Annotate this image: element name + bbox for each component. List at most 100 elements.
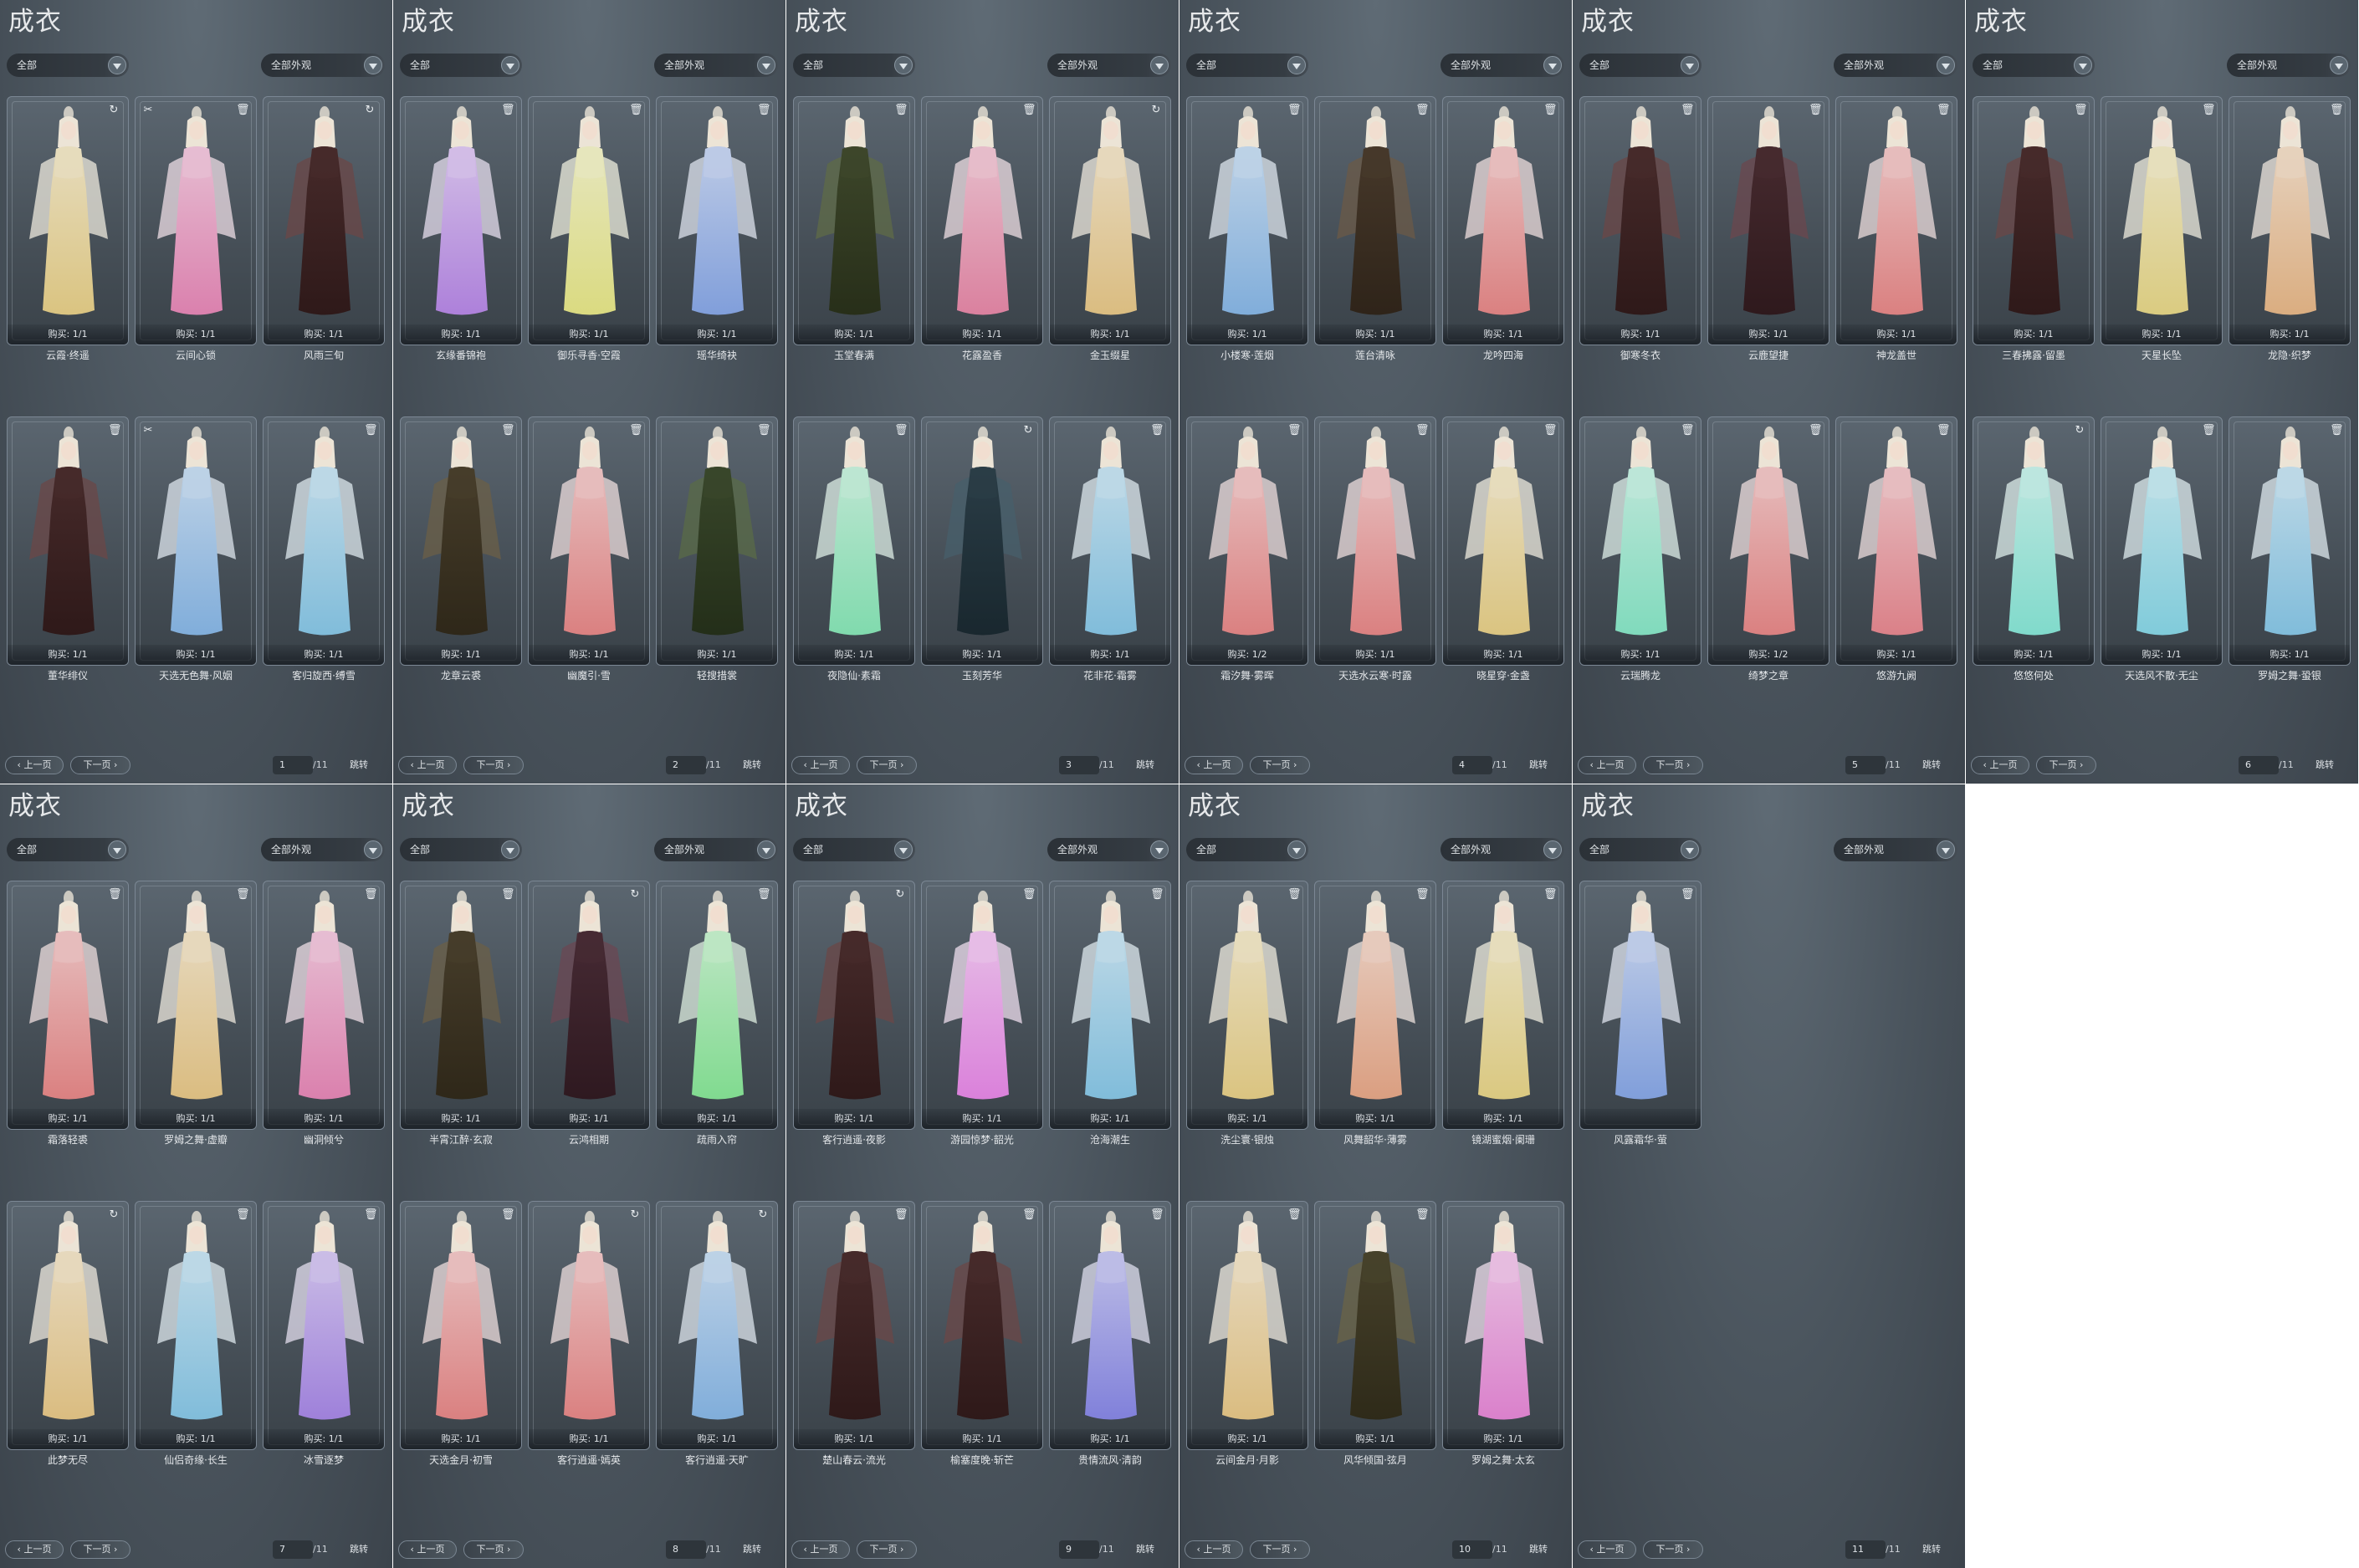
scissors-icon[interactable]: ✂ <box>142 424 154 437</box>
outfit-card[interactable]: 🗑 购买: 1/1 <box>921 881 1043 1130</box>
appearance-filter-dropdown[interactable]: 全部外观 <box>1834 54 1957 77</box>
chevron-down-icon[interactable] <box>757 840 775 859</box>
outfit-card[interactable]: 🗑 购买: 1/1 <box>921 96 1043 345</box>
trash-icon[interactable]: 🗑 <box>894 424 908 437</box>
category-filter-dropdown[interactable]: 全部 <box>400 838 522 861</box>
outfit-card[interactable]: 🗑 购买: 1/2 <box>1707 416 1829 666</box>
trash-icon[interactable]: 🗑 <box>629 104 643 117</box>
prev-page-button[interactable]: ‹ 上一页 <box>1185 1540 1243 1559</box>
trash-icon[interactable]: 🗑 <box>1681 104 1695 117</box>
outfit-card[interactable]: 🗑 购买: 1/1 <box>263 1201 385 1450</box>
appearance-filter-dropdown[interactable]: 全部外观 <box>261 838 385 861</box>
trash-icon[interactable]: 🗑 <box>1287 888 1302 901</box>
trash-icon[interactable]: 🗑 <box>1809 424 1823 437</box>
refresh-icon[interactable]: ↻ <box>108 104 120 117</box>
appearance-filter-dropdown[interactable]: 全部外观 <box>1440 54 1564 77</box>
appearance-filter-dropdown[interactable]: 全部外观 <box>654 54 778 77</box>
outfit-card[interactable]: 🗑 购买: 1/1 <box>1442 881 1564 1130</box>
trash-icon[interactable]: 🗑 <box>1809 104 1823 117</box>
trash-icon[interactable]: 🗑 <box>1681 888 1695 901</box>
refresh-icon[interactable]: ↻ <box>629 1208 641 1222</box>
jump-button[interactable]: 跳转 <box>1529 1540 1563 1559</box>
trash-icon[interactable]: 🗑 <box>236 104 250 117</box>
trash-icon[interactable]: 🗑 <box>1415 104 1430 117</box>
prev-page-button[interactable]: ‹ 上一页 <box>398 756 457 774</box>
outfit-card[interactable]: ↻ 购买: 1/1 <box>656 1201 778 1450</box>
jump-button[interactable]: 跳转 <box>350 756 383 774</box>
chevron-down-icon[interactable] <box>1287 56 1306 74</box>
page-number-input[interactable]: 6 <box>2239 756 2279 774</box>
chevron-down-icon[interactable] <box>894 840 913 859</box>
page-number-input[interactable]: 4 <box>1452 756 1492 774</box>
outfit-card[interactable]: 🗑 购买: 1/1 <box>135 1201 257 1450</box>
outfit-card[interactable]: 🗑 购买: 1/1 <box>528 416 650 666</box>
trash-icon[interactable]: 🗑 <box>757 888 771 901</box>
outfit-card[interactable]: 🗑 <box>1579 881 1701 1130</box>
trash-icon[interactable]: 🗑 <box>1022 888 1036 901</box>
appearance-filter-dropdown[interactable]: 全部外观 <box>1047 838 1171 861</box>
chevron-down-icon[interactable] <box>1150 56 1169 74</box>
page-number-input[interactable]: 7 <box>273 1540 313 1559</box>
trash-icon[interactable]: 🗑 <box>1022 1208 1036 1222</box>
prev-page-button[interactable]: ‹ 上一页 <box>791 756 850 774</box>
trash-icon[interactable]: 🗑 <box>1415 1208 1430 1222</box>
page-number-input[interactable]: 10 <box>1452 1540 1492 1559</box>
chevron-down-icon[interactable] <box>757 56 775 74</box>
next-page-button[interactable]: 下一页 › <box>70 1540 130 1559</box>
chevron-down-icon[interactable] <box>894 56 913 74</box>
appearance-filter-dropdown[interactable]: 全部外观 <box>654 838 778 861</box>
page-number-input[interactable]: 1 <box>273 756 313 774</box>
next-page-button[interactable]: 下一页 › <box>70 756 130 774</box>
outfit-card[interactable]: ✂ 购买: 1/1 <box>135 416 257 666</box>
chevron-down-icon[interactable] <box>364 840 382 859</box>
outfit-card[interactable]: ↻ 购买: 1/1 <box>7 1201 129 1450</box>
outfit-card[interactable]: ↻ 购买: 1/1 <box>793 881 915 1130</box>
outfit-card[interactable]: 🗑 ✂ 购买: 1/1 <box>135 96 257 345</box>
outfit-card[interactable]: 🗑 购买: 1/1 <box>793 416 915 666</box>
next-page-button[interactable]: 下一页 › <box>1250 1540 1310 1559</box>
refresh-icon[interactable]: ↻ <box>364 104 376 117</box>
next-page-button[interactable]: 下一页 › <box>463 1540 524 1559</box>
refresh-icon[interactable]: ↻ <box>757 1208 769 1222</box>
outfit-card[interactable]: 🗑 购买: 1/1 <box>1579 416 1701 666</box>
jump-button[interactable]: 跳转 <box>2316 756 2349 774</box>
trash-icon[interactable]: 🗑 <box>1543 888 1558 901</box>
trash-icon[interactable]: 🗑 <box>2330 424 2344 437</box>
category-filter-dropdown[interactable]: 全部 <box>793 54 915 77</box>
prev-page-button[interactable]: ‹ 上一页 <box>1578 1540 1636 1559</box>
category-filter-dropdown[interactable]: 全部 <box>1579 838 1701 861</box>
trash-icon[interactable]: 🗑 <box>2202 424 2216 437</box>
trash-icon[interactable]: 🗑 <box>236 888 250 901</box>
trash-icon[interactable]: 🗑 <box>894 104 908 117</box>
outfit-card[interactable]: 🗑 购买: 1/1 <box>2229 416 2351 666</box>
trash-icon[interactable]: 🗑 <box>757 104 771 117</box>
outfit-card[interactable]: 🗑 购买: 1/1 <box>1973 96 2095 345</box>
category-filter-dropdown[interactable]: 全部 <box>1579 54 1701 77</box>
outfit-card[interactable]: 🗑 购买: 1/1 <box>793 1201 915 1450</box>
category-filter-dropdown[interactable]: 全部 <box>1186 838 1308 861</box>
outfit-card[interactable]: 🗑 购买: 1/1 <box>528 96 650 345</box>
outfit-card[interactable]: 🗑 购买: 1/1 <box>400 881 522 1130</box>
outfit-card[interactable]: 🗑 购买: 1/1 <box>793 96 915 345</box>
outfit-card[interactable]: 🗑 购买: 1/1 <box>1442 416 1564 666</box>
outfit-card[interactable]: 🗑 购买: 1/1 <box>263 416 385 666</box>
category-filter-dropdown[interactable]: 全部 <box>7 54 129 77</box>
prev-page-button[interactable]: ‹ 上一页 <box>1971 756 2029 774</box>
chevron-down-icon[interactable] <box>2074 56 2092 74</box>
trash-icon[interactable]: 🗑 <box>629 424 643 437</box>
appearance-filter-dropdown[interactable]: 全部外观 <box>2227 54 2351 77</box>
jump-button[interactable]: 跳转 <box>743 1540 776 1559</box>
outfit-card[interactable]: 🗑 购买: 1/1 <box>1442 96 1564 345</box>
chevron-down-icon[interactable] <box>1287 840 1306 859</box>
outfit-card[interactable]: ↻ 购买: 1/1 <box>921 416 1043 666</box>
next-page-button[interactable]: 下一页 › <box>463 756 524 774</box>
refresh-icon[interactable]: ↻ <box>2074 424 2085 437</box>
page-number-input[interactable]: 11 <box>1845 1540 1886 1559</box>
next-page-button[interactable]: 下一页 › <box>2036 756 2096 774</box>
outfit-card[interactable]: 🗑 购买: 1/2 <box>1186 416 1308 666</box>
trash-icon[interactable]: 🗑 <box>501 424 515 437</box>
trash-icon[interactable]: 🗑 <box>236 1208 250 1222</box>
outfit-card[interactable]: 🗑 购买: 1/1 <box>1579 96 1701 345</box>
refresh-icon[interactable]: ↻ <box>1022 424 1034 437</box>
outfit-card[interactable]: 🗑 购买: 1/1 <box>400 1201 522 1450</box>
